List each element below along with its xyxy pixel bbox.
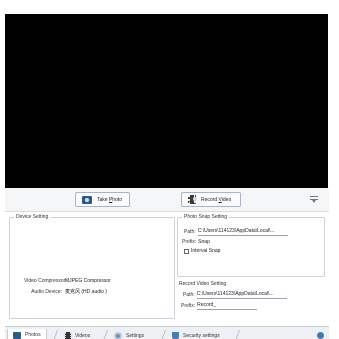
take-photo-button[interactable]: Take Photo <box>75 192 130 207</box>
record-video-label: Record Video <box>201 196 232 203</box>
info-icon[interactable] <box>317 332 324 339</box>
record-video-group: Record Video Setting Path: C:\Users\1141… <box>177 281 325 321</box>
photo-path-row: Path: C:\Users\114123\AppData\Local\... <box>184 228 288 236</box>
settings-gear-icon <box>114 331 122 339</box>
camera-app-window: Take Photo Record Video Device Setting V… <box>5 6 329 339</box>
interval-snap-label: Interval Snap <box>191 248 221 254</box>
bottom-tab-bar: Photos Videos Settings Security settings <box>5 326 329 339</box>
tab-separator <box>160 330 167 339</box>
tab-videos-label: Videos <box>75 332 91 339</box>
capture-toolbar: Take Photo Record Video <box>5 188 329 212</box>
tab-separator <box>234 330 241 339</box>
interval-snap-checkbox[interactable] <box>184 248 189 254</box>
device-setting-title: Device Setting <box>14 214 51 220</box>
photo-prefix-row: Prefix: Snap <box>182 239 210 245</box>
photo-snap-title: Photo Snap Setting <box>182 214 230 220</box>
record-path-field[interactable]: C:\Users\114123\AppData\Local\... <box>196 291 287 299</box>
record-video-title: Record Video Setting <box>177 281 229 287</box>
record-path-row: Path: C:\Users\114123\AppData\Local\... <box>183 291 287 299</box>
photo-prefix-label: Prefix: <box>182 239 197 245</box>
video-compressor-row: Video Compressor: MJPEG Compressor <box>24 278 111 284</box>
video-compressor-label: Video Compressor: <box>24 278 67 284</box>
film-icon <box>65 331 71 339</box>
tab-separator <box>102 330 109 339</box>
tab-security-settings-label: Security settings <box>183 332 220 339</box>
security-shield-icon <box>172 331 179 339</box>
photo-prefix-field[interactable]: Snap <box>198 239 210 245</box>
options-menu-icon[interactable] <box>310 194 318 206</box>
settings-panel: Device Setting Video Compressor: MJPEG C… <box>5 212 329 326</box>
record-prefix-field[interactable]: Record_ <box>197 302 258 310</box>
tab-photos-label: Photos <box>25 332 41 338</box>
film-icon <box>188 195 197 204</box>
photo-snap-group: Photo Snap Setting Path: C:\Users\114123… <box>177 214 325 277</box>
camera-icon <box>82 195 92 204</box>
record-prefix-label: Prefix: <box>181 303 196 309</box>
audio-device-value[interactable]: 麦克风 (HD audio ) <box>65 288 107 295</box>
photo-path-label: Path: <box>184 229 196 235</box>
tab-videos[interactable]: Videos <box>60 329 95 339</box>
audio-device-row: Audio Device: 麦克风 (HD audio ) <box>24 288 107 296</box>
video-compressor-value[interactable]: MJPEG Compressor <box>65 278 111 284</box>
audio-device-label: Audio Device: <box>31 288 62 295</box>
record-video-button[interactable]: Record Video <box>181 192 241 207</box>
record-prefix-row: Prefix: Record_ <box>181 302 258 310</box>
tab-security-settings[interactable]: Security settings <box>167 329 225 339</box>
take-photo-label: Take Photo <box>97 196 123 203</box>
device-setting-group: Device Setting Video Compressor: MJPEG C… <box>9 214 175 319</box>
tab-photos[interactable]: Photos <box>7 329 47 339</box>
photo-path-field[interactable]: C:\Users\114123\AppData\Local\... <box>197 228 288 236</box>
photo-icon <box>13 331 21 339</box>
record-path-label: Path: <box>183 292 195 298</box>
tab-settings-label: Settings <box>126 332 145 339</box>
camera-preview <box>5 14 328 188</box>
interval-snap-row[interactable]: Interval Snap <box>184 248 220 254</box>
tab-separator <box>52 330 59 339</box>
tab-settings[interactable]: Settings <box>109 329 149 339</box>
